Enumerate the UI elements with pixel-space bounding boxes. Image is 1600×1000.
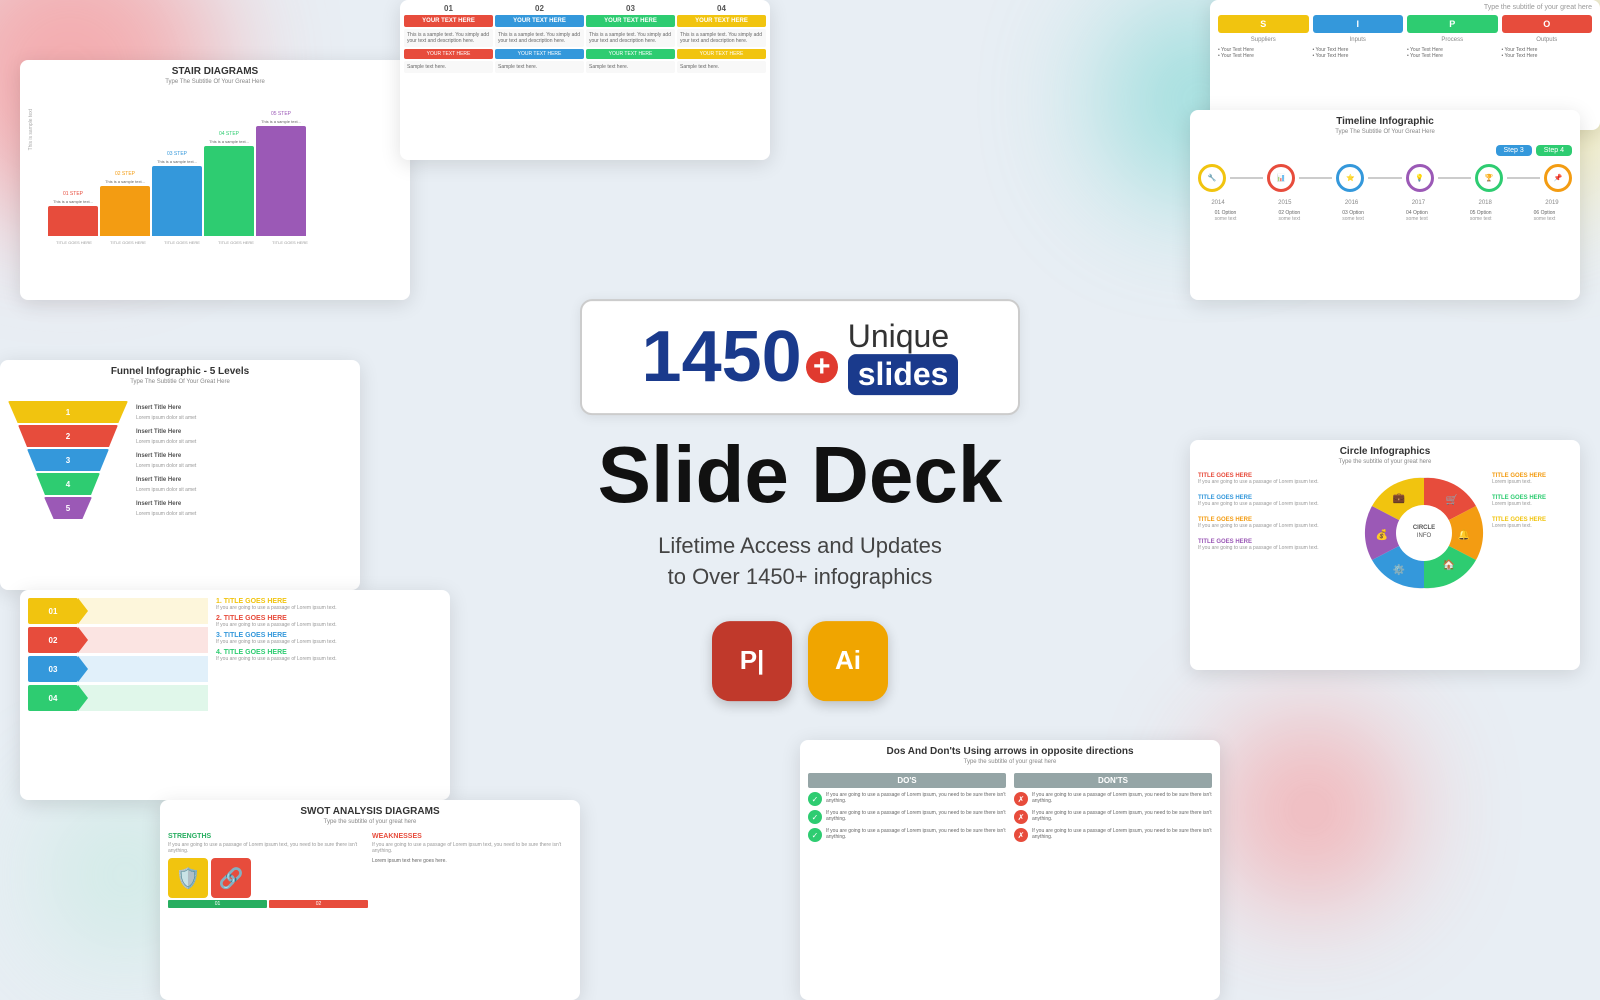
- dosdont-title: Dos And Don'ts Using arrows in opposite …: [800, 740, 1220, 759]
- stair-step-2: 02 STEP This is a sample text...: [100, 171, 150, 236]
- svg-text:💰: 💰: [1376, 528, 1388, 541]
- funnel-card: Funnel Infographic - 5 Levels Type The S…: [0, 360, 360, 590]
- funnel-visual: 1 2 3 4 5: [8, 393, 128, 519]
- count-plus: +: [806, 351, 838, 383]
- swot-subtitle: Type the subtitle of your great here: [160, 819, 580, 825]
- circle-title: Circle Infographics: [1190, 440, 1580, 459]
- hero-section: 1450 + Unique slides Slide Deck Lifetime…: [580, 299, 1020, 701]
- dos-section: DO'S ✓ If you are going to use a passage…: [808, 773, 1006, 842]
- stair-step-1: 01 STEP This is a sample text...: [48, 191, 98, 236]
- timeline-icons: 🔧 📊 ⭐ 💡 🏆 📌: [1198, 164, 1572, 192]
- dosdont-card: Dos And Don'ts Using arrows in opposite …: [800, 740, 1220, 1000]
- timeline-inner: Step 3 Step 4 🔧 📊 ⭐ 💡 🏆 📌 2014 2015 2016…: [1190, 139, 1580, 228]
- main-title: Slide Deck: [580, 435, 1020, 515]
- timeline-title: Timeline Infographic: [1190, 110, 1580, 129]
- illustrator-icon: Ai: [808, 621, 888, 701]
- stair-title: STAIR DIAGRAMS: [20, 60, 410, 79]
- funnel-subtitle: Type The Subtitle Of Your Great Here: [0, 379, 360, 385]
- swot-card: SWOT ANALYSIS DIAGRAMS Type the subtitle…: [160, 800, 580, 1000]
- swot-inner: STRENGTHS If you are going to use a pass…: [160, 829, 580, 916]
- stair-container: This is sample text 01 STEP This is a sa…: [20, 89, 410, 249]
- svg-text:CIRCLE: CIRCLE: [1413, 525, 1435, 531]
- svg-text:🛒: 🛒: [1446, 493, 1458, 506]
- circle-left-labels: TITLE GOES HERE If you are going to use …: [1198, 473, 1356, 593]
- svg-text:⚙️: ⚙️: [1393, 563, 1405, 576]
- swot-title: SWOT ANALYSIS DIAGRAMS: [160, 800, 580, 819]
- circle-right-labels: TITLE GOES HERE Lorem ipsum text. TITLE …: [1492, 473, 1572, 593]
- stair-subtitle: Type The Subtitle Of Your Great Here: [20, 79, 410, 85]
- svg-text:🏠: 🏠: [1443, 559, 1455, 571]
- sipo-inner: S I P O Suppliers Inputs Process Outputs…: [1210, 11, 1600, 63]
- circle-svg: CIRCLE INFO 🛒 🔔 🏠 ⚙️ 💰 💼: [1364, 473, 1484, 593]
- svg-text:💼: 💼: [1393, 493, 1406, 504]
- svg-text:INFO: INFO: [1417, 533, 1432, 539]
- svg-text:🔔: 🔔: [1458, 529, 1470, 541]
- donts-header: DON'TS: [1014, 773, 1212, 788]
- stair-step-3: 03 STEP This is a sample text...: [152, 151, 202, 236]
- dosdont-inner: DO'S ✓ If you are going to use a passage…: [800, 769, 1220, 846]
- slides-label: slides: [848, 354, 959, 395]
- table-card: 01 02 03 04 YOUR TEXT HERE YOUR TEXT HER…: [400, 0, 770, 160]
- dosdont-subtitle: Type the subtitle of your great here: [800, 759, 1220, 765]
- timeline-subtitle: Type The Subtitle Of Your Great Here: [1190, 129, 1580, 135]
- stair-step-5: 05 STEP This is a sample text...: [256, 111, 306, 236]
- unique-label: Unique: [848, 319, 949, 354]
- slide-count-box: 1450 + Unique slides: [580, 299, 1020, 415]
- dos-header: DO'S: [808, 773, 1006, 788]
- circle-subtitle: Type the subtitle of your great here: [1190, 459, 1580, 465]
- count-number: 1450: [642, 321, 802, 393]
- arrow-labels: 1. TITLE GOES HERE If you are going to u…: [216, 598, 442, 714]
- funnel-inner: 1 2 3 4 5 Insert Title Here Lorem ipsum …: [0, 389, 360, 523]
- arrows-card: 01 02 03: [20, 590, 450, 800]
- app-icons: P| Ai: [580, 621, 1020, 701]
- circle-card: Circle Infographics Type the subtitle of…: [1190, 440, 1580, 670]
- subtitle: Lifetime Access and Updates to Over 1450…: [580, 531, 1020, 593]
- circle-inner: TITLE GOES HERE If you are going to use …: [1190, 469, 1580, 597]
- powerpoint-icon: P|: [712, 621, 792, 701]
- arrow-funnel: 01 02 03: [28, 598, 208, 714]
- timeline-card: Timeline Infographic Type The Subtitle O…: [1190, 110, 1580, 300]
- donts-section: DON'TS ✗ If you are going to use a passa…: [1014, 773, 1212, 842]
- funnel-title: Funnel Infographic - 5 Levels: [0, 360, 360, 379]
- stair-step-4: 04 STEP This is a sample text...: [204, 131, 254, 236]
- funnel-labels: Insert Title Here Lorem ipsum dolor sit …: [136, 403, 352, 519]
- stair-diagrams-card: STAIR DIAGRAMS Type The Subtitle Of Your…: [20, 60, 410, 300]
